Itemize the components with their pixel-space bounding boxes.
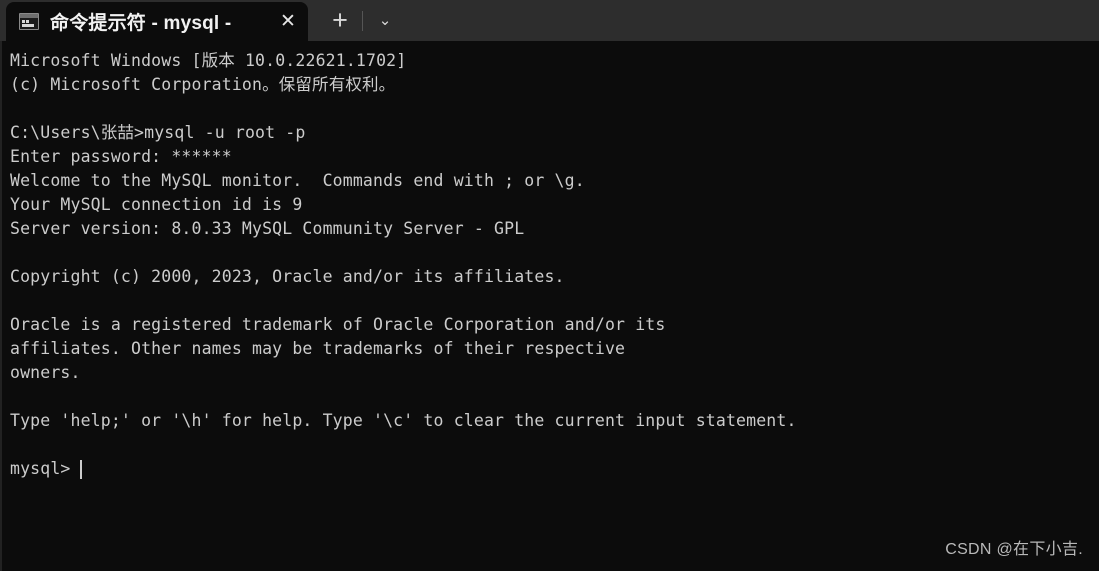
terminal-line: Enter password: ****** — [10, 147, 232, 166]
terminal-text-content: Microsoft Windows [版本 10.0.22621.1702] (… — [2, 41, 1099, 481]
tab-strip-actions: + ⌄ — [318, 0, 407, 41]
terminal-line: Welcome to the MySQL monitor. Commands e… — [10, 171, 585, 190]
text-cursor — [79, 459, 82, 479]
terminal-line: affiliates. Other names may be trademark… — [10, 339, 626, 358]
terminal-line: owners. — [10, 363, 81, 382]
tab-title: 命令提示符 - mysql - — [50, 13, 232, 34]
terminal-line: Type 'help;' or '\h' for help. Type '\c'… — [10, 411, 797, 430]
tab-strip: 命令提示符 - mysql - ✕ + ⌄ — [0, 0, 1099, 41]
console-icon — [19, 13, 39, 30]
terminal-line: Oracle is a registered trademark of Orac… — [10, 315, 666, 334]
mysql-prompt-line[interactable]: mysql> — [10, 457, 1099, 481]
chevron-down-icon[interactable]: ⌄ — [363, 0, 407, 41]
new-tab-icon[interactable]: + — [318, 0, 362, 41]
terminal-output-area[interactable]: Microsoft Windows [版本 10.0.22621.1702] (… — [0, 41, 1099, 571]
terminal-line: C:\Users\张喆>mysql -u root -p — [10, 123, 306, 142]
close-icon[interactable]: ✕ — [268, 3, 308, 41]
watermark: CSDN @在下小吉. — [945, 541, 1083, 558]
tab-command-prompt-mysql[interactable]: 命令提示符 - mysql - ✕ — [6, 2, 308, 41]
terminal-line: Copyright (c) 2000, 2023, Oracle and/or … — [10, 267, 565, 286]
terminal-line: Your MySQL connection id is 9 — [10, 195, 303, 214]
terminal-line: Server version: 8.0.33 MySQL Community S… — [10, 219, 525, 238]
terminal-line: (c) Microsoft Corporation。保留所有权利。 — [10, 75, 396, 94]
terminal-window: 命令提示符 - mysql - ✕ + ⌄ Microsoft Windows … — [0, 0, 1099, 571]
prompt-label: mysql> — [10, 459, 71, 478]
terminal-line: Microsoft Windows [版本 10.0.22621.1702] — [10, 51, 407, 70]
